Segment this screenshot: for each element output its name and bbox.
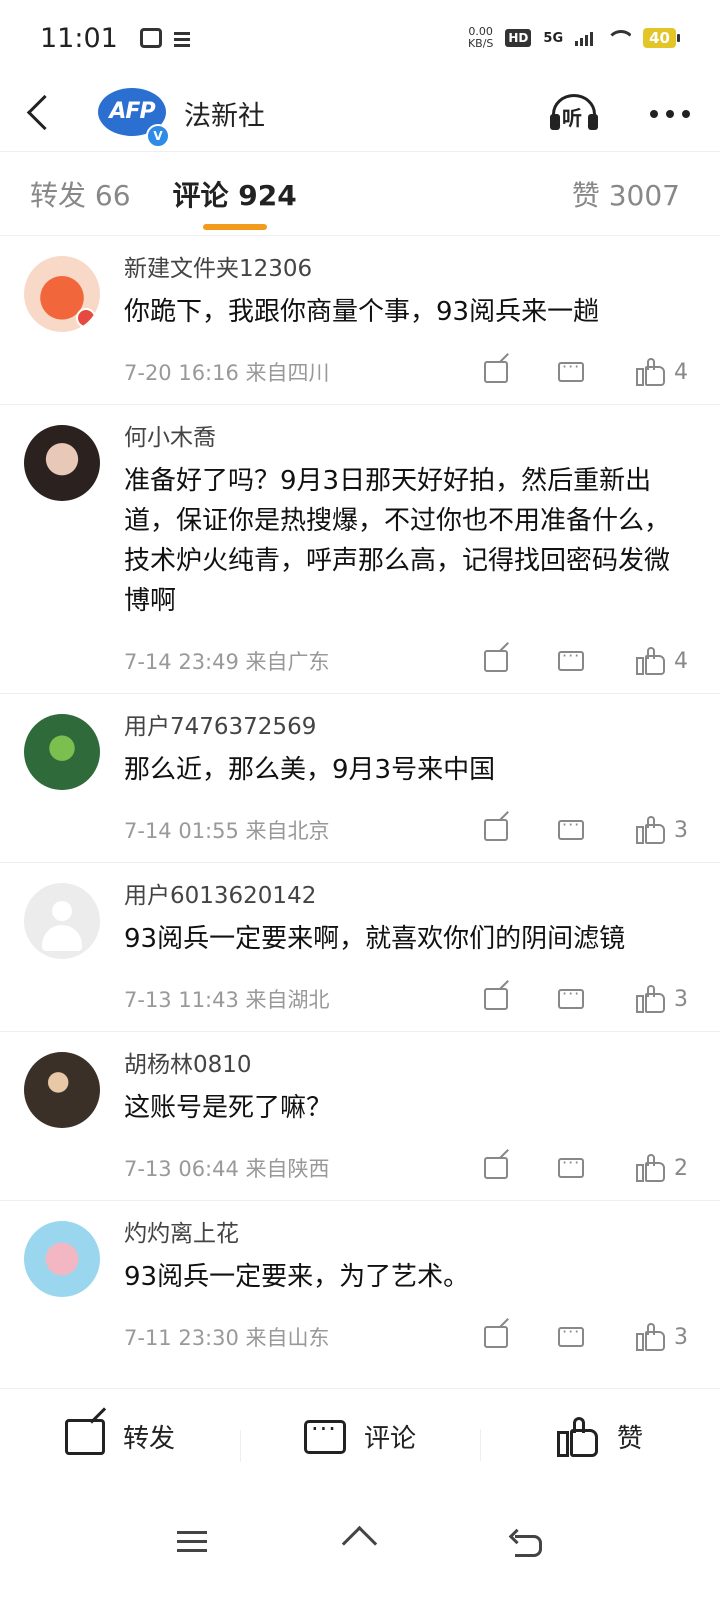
comment-author[interactable]: 灼灼离上花	[124, 1219, 690, 1249]
comment-meta: 7-14 01:55 来自北京 3	[124, 798, 690, 862]
comment-text: 这账号是死了嘛？	[124, 1093, 333, 1123]
avatar[interactable]	[24, 1052, 100, 1128]
like-icon	[556, 1416, 599, 1457]
like-count: 3	[674, 986, 688, 1012]
comment-button[interactable]: 评论	[240, 1415, 480, 1462]
storage-icon	[172, 28, 194, 48]
wifi-icon	[605, 28, 632, 48]
back-arrow-icon[interactable]	[0, 76, 80, 152]
share-icon[interactable]	[484, 1326, 508, 1348]
comment-author[interactable]: 胡杨林0810	[124, 1050, 690, 1080]
avatar[interactable]	[24, 1221, 100, 1297]
comment-item: 新建文件夹12306 你跪下，我跟你商量个事，93阅兵来一趟 7-20 16:1…	[0, 236, 720, 405]
comment-icon[interactable]	[558, 1153, 584, 1178]
like-label: 赞	[616, 1424, 643, 1454]
comment-list: 新建文件夹12306 你跪下，我跟你商量个事，93阅兵来一趟 7-20 16:1…	[0, 236, 720, 1369]
share-icon[interactable]	[484, 650, 508, 672]
verified-badge-icon: V	[146, 123, 170, 148]
comment-meta: 7-13 11:43 来自湖北 3	[124, 967, 690, 1031]
avatar[interactable]	[24, 256, 100, 332]
account-avatar[interactable]: AFP V	[98, 84, 170, 148]
repost-label: 转发	[122, 1424, 175, 1454]
notification-icons	[139, 28, 194, 48]
like-icon[interactable]	[636, 358, 666, 386]
tab-bar: 转发 66 评论 924 赞 3007	[0, 152, 720, 236]
like-icon[interactable]	[636, 1154, 666, 1182]
comment-label: 评论	[363, 1424, 416, 1454]
comment-icon[interactable]	[558, 357, 584, 382]
like-count: 2	[674, 1155, 688, 1181]
battery-icon: 40	[643, 28, 680, 48]
network-type: 5G	[543, 30, 564, 46]
comment-time-location: 7-11 23:30 来自山东	[124, 1326, 330, 1350]
tab-comments[interactable]: 评论 924	[173, 152, 297, 236]
comment-time-location: 7-13 11:43 来自湖北	[124, 988, 330, 1012]
like-icon[interactable]	[636, 647, 666, 675]
avatar[interactable]	[24, 883, 100, 959]
comment-author[interactable]: 用户7476372569	[124, 712, 690, 742]
comment-author[interactable]: 新建文件夹12306	[124, 254, 690, 284]
like-icon[interactable]	[636, 816, 666, 844]
comment-text: 你跪下，我跟你商量个事，93阅兵来一趟	[124, 297, 600, 327]
avatar[interactable]	[24, 425, 100, 501]
comment-icon[interactable]	[558, 1322, 584, 1347]
status-bar: 11:01 0.00 KB/S HD 5G 40	[0, 0, 720, 76]
more-icon[interactable]	[640, 76, 700, 152]
comment-meta: 7-20 16:16 来自四川 4	[124, 340, 690, 404]
share-icon[interactable]	[484, 819, 508, 841]
system-nav-bar	[0, 1484, 720, 1600]
share-icon[interactable]	[484, 361, 508, 383]
comment-item: 何小木喬 准备好了吗？9月3日那天好好拍，然后重新出道，保证你是热搜爆，不过你也…	[0, 405, 720, 694]
like-count: 3	[674, 817, 688, 843]
status-time: 11:01	[40, 22, 118, 54]
tab-reposts[interactable]: 转发 66	[30, 152, 131, 236]
listen-icon[interactable]: 听	[548, 88, 600, 140]
page-title[interactable]: 法新社	[184, 94, 265, 133]
comment-text: 那么近，那么美，9月3号来中国	[124, 755, 496, 785]
like-button[interactable]: 赞	[480, 1416, 720, 1461]
signal-icon	[575, 30, 594, 46]
comment-meta: 7-13 06:44 来自陕西 2	[124, 1136, 690, 1200]
comment-time-location: 7-20 16:16 来自四川	[124, 361, 330, 385]
comment-text: 93阅兵一定要来啊，就喜欢你们的阴间滤镜	[124, 924, 626, 954]
net-speed: 0.00 KB/S	[467, 25, 494, 50]
comment-text: 准备好了吗？9月3日那天好好拍，然后重新出道，保证你是热搜爆，不过你也不用准备什…	[124, 466, 671, 616]
status-right: 0.00 KB/S HD 5G 40	[468, 26, 680, 50]
share-icon	[64, 1418, 105, 1455]
comment-author[interactable]: 何小木喬	[124, 423, 690, 453]
comment-item: 胡杨林0810 这账号是死了嘛？ 7-13 06:44 来自陕西 2	[0, 1032, 720, 1201]
comment-author[interactable]: 用户6013620142	[124, 881, 690, 911]
comment-item: 用户6013620142 93阅兵一定要来啊，就喜欢你们的阴间滤镜 7-13 1…	[0, 863, 720, 1032]
comment-icon[interactable]	[558, 646, 584, 671]
comment-icon[interactable]	[558, 984, 584, 1009]
like-icon[interactable]	[636, 985, 666, 1013]
badge-icon	[76, 308, 96, 328]
comment-icon[interactable]	[558, 815, 584, 840]
comment-text: 93阅兵一定要来，为了艺术。	[124, 1262, 470, 1292]
comment-icon	[303, 1415, 346, 1454]
hd-icon: HD	[505, 29, 532, 47]
comment-time-location: 7-14 23:49 来自广东	[124, 650, 330, 674]
comment-time-location: 7-13 06:44 来自陕西	[124, 1157, 330, 1181]
menu-icon[interactable]	[177, 1531, 208, 1553]
return-icon[interactable]	[511, 1529, 543, 1557]
comment-time-location: 7-14 01:55 来自北京	[124, 819, 330, 843]
comment-meta: 7-14 23:49 来自广东 4	[124, 629, 690, 693]
page-header: AFP V 法新社 听	[0, 76, 720, 152]
bottom-action-bar: 转发 评论 赞	[0, 1388, 720, 1484]
like-icon[interactable]	[636, 1323, 666, 1351]
home-icon[interactable]	[342, 1527, 376, 1557]
share-icon[interactable]	[484, 988, 508, 1010]
like-count: 3	[674, 1324, 688, 1350]
like-count: 4	[674, 648, 688, 674]
repost-button[interactable]: 转发	[0, 1418, 240, 1455]
message-icon	[139, 28, 162, 48]
comment-meta: 7-11 23:30 来自山东 3	[124, 1305, 690, 1369]
like-count: 4	[674, 359, 688, 385]
comment-item: 灼灼离上花 93阅兵一定要来，为了艺术。 7-11 23:30 来自山东 3	[0, 1201, 720, 1369]
share-icon[interactable]	[484, 1157, 508, 1179]
comment-item: 用户7476372569 那么近，那么美，9月3号来中国 7-14 01:55 …	[0, 694, 720, 863]
avatar[interactable]	[24, 714, 100, 790]
tab-likes[interactable]: 赞 3007	[572, 152, 680, 236]
